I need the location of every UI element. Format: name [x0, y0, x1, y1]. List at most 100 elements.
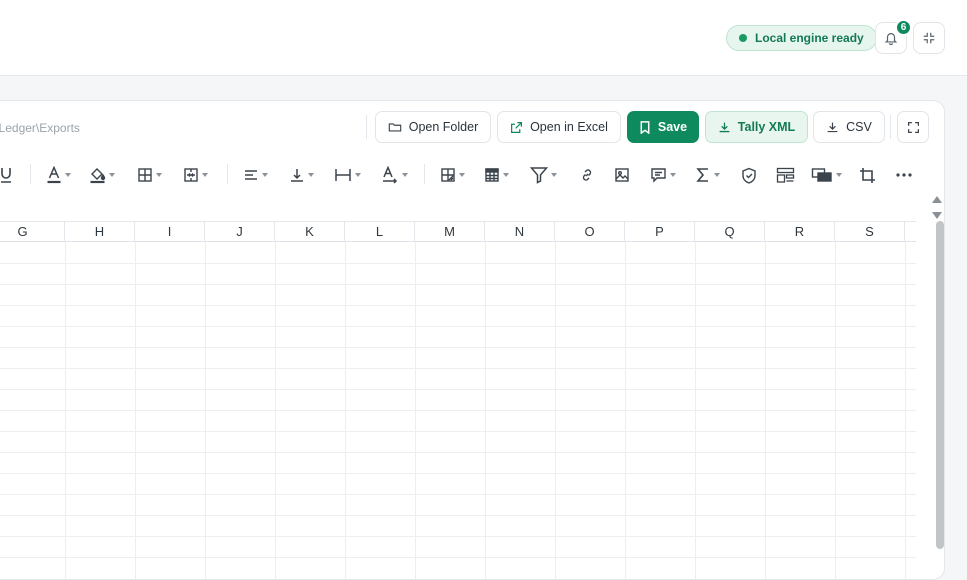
paint-bucket-icon — [90, 168, 106, 184]
engine-status-label: Local engine ready — [755, 31, 864, 45]
divider — [227, 164, 228, 184]
open-folder-button[interactable]: Open Folder — [375, 111, 491, 143]
row-gridline — [0, 452, 916, 453]
row-gridline — [0, 494, 916, 495]
layout-button[interactable] — [776, 163, 795, 187]
divider — [424, 164, 425, 184]
sigma-icon — [696, 168, 708, 182]
align-horizontal-button[interactable] — [243, 163, 268, 187]
open-in-excel-button[interactable]: Open in Excel — [497, 111, 621, 143]
column-gridline — [765, 242, 766, 579]
borders-button[interactable] — [137, 163, 162, 187]
image-icon — [615, 168, 629, 182]
column-header-partial[interactable] — [905, 222, 916, 242]
notification-badge: 6 — [895, 19, 912, 36]
conditional-format-icon — [441, 168, 455, 182]
font-color-button[interactable] — [46, 163, 71, 187]
tally-xml-label: Tally XML — [737, 120, 796, 134]
column-header-q[interactable]: Q — [695, 222, 765, 242]
collapse-icon — [923, 32, 935, 44]
column-header-p[interactable]: P — [625, 222, 695, 242]
sum-button[interactable] — [695, 163, 720, 187]
row-gridline — [0, 431, 916, 432]
column-gridline — [275, 242, 276, 579]
protect-button[interactable] — [741, 163, 757, 187]
scroll-up-icon[interactable] — [932, 196, 942, 203]
column-gridline — [485, 242, 486, 579]
spreadsheet-grid[interactable]: G H I J K L M N O P Q R S — [0, 221, 916, 579]
chevron-down-icon — [156, 173, 162, 177]
table-format-button[interactable] — [484, 163, 509, 187]
tally-xml-button[interactable]: Tally XML — [705, 111, 808, 143]
row-gridline — [0, 284, 916, 285]
chevron-down-icon — [65, 173, 71, 177]
fullscreen-button[interactable] — [897, 111, 929, 143]
column-gridline — [695, 242, 696, 579]
divider — [890, 115, 891, 139]
link-button[interactable] — [579, 163, 595, 187]
text-rotate-button[interactable] — [381, 163, 408, 187]
column-header-l[interactable]: L — [345, 222, 415, 242]
divider — [30, 164, 31, 184]
column-gridline — [345, 242, 346, 579]
top-bar: Local engine ready 6 — [0, 0, 967, 76]
column-header-o[interactable]: O — [555, 222, 625, 242]
expand-icon — [907, 121, 919, 133]
conditional-format-button[interactable] — [440, 163, 465, 187]
chevron-down-icon — [402, 173, 408, 177]
row-gridline — [0, 389, 916, 390]
row-gridline — [0, 326, 916, 327]
row-gridline — [0, 515, 916, 516]
chevron-down-icon — [459, 173, 465, 177]
layout-icon — [776, 167, 795, 183]
crop-icon — [860, 167, 875, 183]
chevron-down-icon — [670, 173, 676, 177]
row-gridline — [0, 536, 916, 537]
underline-icon — [1, 168, 11, 183]
status-dot-icon — [739, 34, 747, 42]
save-button[interactable]: Save — [627, 111, 699, 143]
column-header-m[interactable]: M — [415, 222, 485, 242]
column-header-h[interactable]: H — [65, 222, 135, 242]
column-header-r[interactable]: R — [765, 222, 835, 242]
row-gridline — [0, 557, 916, 558]
more-button[interactable] — [895, 163, 913, 187]
more-icon — [896, 173, 912, 177]
open-in-excel-label: Open in Excel — [530, 120, 608, 134]
merge-cells-button[interactable] — [183, 163, 208, 187]
notifications-button[interactable]: 6 — [875, 19, 912, 54]
column-header-j[interactable]: J — [205, 222, 275, 242]
external-link-icon — [511, 121, 523, 133]
csv-button[interactable]: CSV — [813, 111, 885, 143]
column-header-i[interactable]: I — [135, 222, 205, 242]
fill-color-button[interactable] — [89, 163, 115, 187]
comment-button[interactable] — [650, 163, 676, 187]
collapse-button[interactable] — [913, 22, 945, 54]
filter-button[interactable] — [530, 163, 557, 187]
filter-icon — [530, 167, 548, 184]
bell-icon — [884, 33, 898, 45]
shapes-button[interactable] — [811, 163, 842, 187]
scroll-down-icon[interactable] — [932, 212, 942, 219]
row-gridline — [0, 410, 916, 411]
file-path: TruLedger\Exports — [0, 121, 80, 135]
image-button[interactable] — [614, 163, 630, 187]
row-gridline — [0, 473, 916, 474]
shield-icon — [742, 167, 756, 184]
divider — [366, 115, 367, 139]
chevron-down-icon — [714, 173, 720, 177]
align-vertical-button[interactable] — [289, 163, 314, 187]
text-direction-icon — [383, 166, 398, 184]
column-header-k[interactable]: K — [275, 222, 345, 242]
spreadsheet-panel: TruLedger\Exports Open Folder Open in Ex… — [0, 100, 945, 580]
column-header-n[interactable]: N — [485, 222, 555, 242]
chevron-down-icon — [262, 173, 268, 177]
column-gridline — [135, 242, 136, 579]
underline-button[interactable] — [0, 163, 13, 187]
text-wrap-button[interactable] — [334, 163, 361, 187]
column-header-g[interactable]: G — [0, 222, 65, 242]
chevron-down-icon — [109, 173, 115, 177]
vertical-scrollbar[interactable] — [936, 221, 944, 549]
crop-button[interactable] — [859, 163, 876, 187]
column-header-s[interactable]: S — [835, 222, 905, 242]
